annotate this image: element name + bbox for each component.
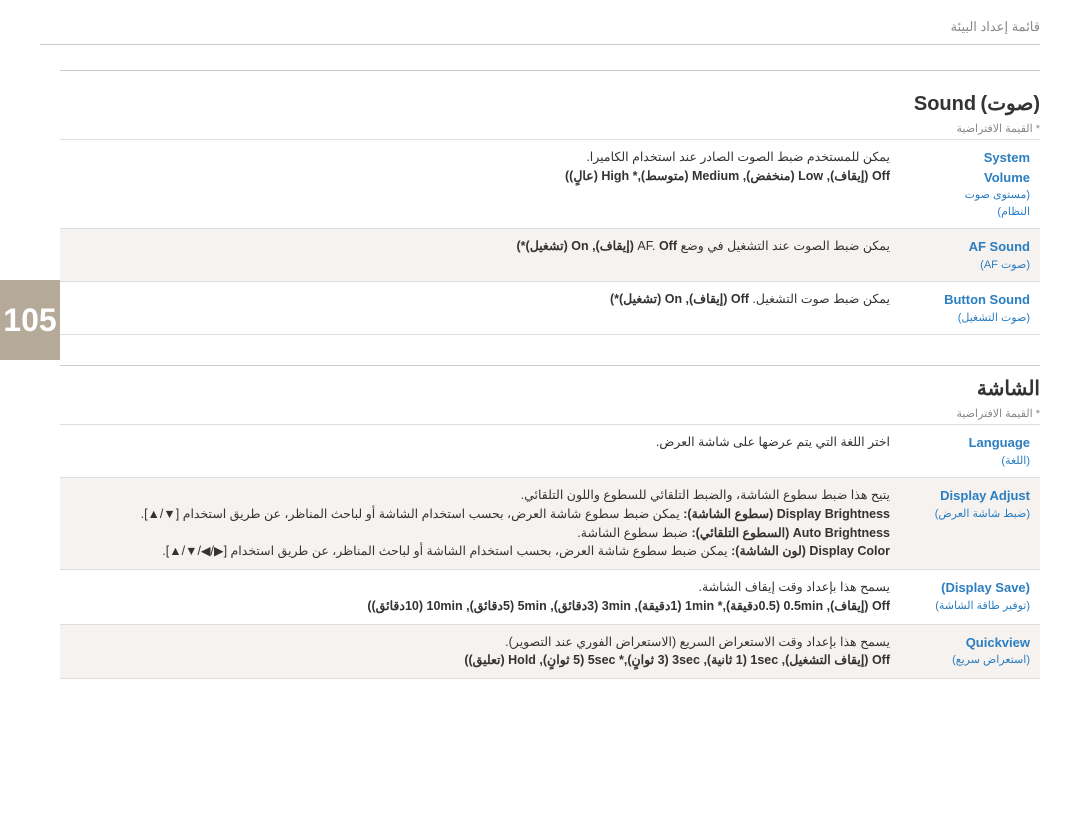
system-volume-label-en: SystemVolume (910, 148, 1030, 187)
sound-default-note: * القيمة الافتراضية (60, 122, 1040, 135)
table-row: SystemVolume (مستوى صوتالنظام) يمكن للمس… (60, 140, 1040, 229)
sound-section-title: (صوت) Sound (60, 91, 1040, 116)
table-row: (Display Save) (توفير طاقة الشاشة) يسمح … (60, 570, 1040, 625)
display-save-label: (Display Save) (توفير طاقة الشاشة) (900, 570, 1040, 625)
display-section: الشاشة * القيمة الافتراضية Language (الل… (60, 365, 1040, 679)
system-volume-label: SystemVolume (مستوى صوتالنظام) (900, 140, 1040, 229)
language-label-ar: (اللغة) (910, 453, 1030, 470)
table-row: Quickview (استعراض سريع) يسمح هذا بإعداد… (60, 624, 1040, 679)
quickview-desc: يسمح هذا بإعداد وقت الاستعراض السريع (ال… (60, 624, 900, 679)
page-number: 105 (0, 280, 60, 360)
af-sound-label-en: AF Sound (910, 237, 1030, 257)
top-header: قائمة إعداد البيئة (40, 18, 1040, 45)
language-label-en: Language (910, 433, 1030, 453)
display-adjust-label: Display Adjust (ضبط شاشة العرض) (900, 478, 1040, 570)
sound-section: (صوت) Sound * القيمة الافتراضية SystemVo… (60, 70, 1040, 335)
display-table: Language (اللغة) اختر اللغة التي يتم عرض… (60, 424, 1040, 679)
af-sound-label: AF Sound (صوت AF) (900, 229, 1040, 282)
button-sound-label-ar: (صوت التشغيل) (910, 310, 1030, 327)
display-save-label-en: (Display Save) (910, 578, 1030, 598)
af-sound-desc: يمكن ضبط الصوت عند التشغيل في وضع AF. Of… (60, 229, 900, 282)
display-adjust-desc: يتيح هذا ضبط سطوع الشاشة، والضبط التلقائ… (60, 478, 900, 570)
quickview-label-ar: (استعراض سريع) (910, 652, 1030, 669)
sound-table: SystemVolume (مستوى صوتالنظام) يمكن للمس… (60, 139, 1040, 335)
display-save-label-ar: (توفير طاقة الشاشة) (910, 598, 1030, 615)
main-content: (صوت) Sound * القيمة الافتراضية SystemVo… (60, 50, 1040, 795)
button-sound-desc: يمكن ضبط صوت التشغيل. Off (إيقاف), On (ت… (60, 282, 900, 335)
sound-title-ar: (صوت) (981, 93, 1040, 115)
display-adjust-label-ar: (ضبط شاشة العرض) (910, 506, 1030, 523)
language-label: Language (اللغة) (900, 425, 1040, 478)
display-title-ar: الشاشة (977, 378, 1040, 400)
table-row: Language (اللغة) اختر اللغة التي يتم عرض… (60, 425, 1040, 478)
header-title: قائمة إعداد البيئة (951, 19, 1040, 34)
display-adjust-label-en: Display Adjust (910, 486, 1030, 506)
button-sound-label: Button Sound (صوت التشغيل) (900, 282, 1040, 335)
display-save-desc: يسمح هذا بإعداد وقت إيقاف الشاشة. Off (إ… (60, 570, 900, 625)
display-default-note: * القيمة الافتراضية (60, 407, 1040, 420)
table-row: Button Sound (صوت التشغيل) يمكن ضبط صوت … (60, 282, 1040, 335)
sound-title-en: Sound (914, 93, 976, 115)
af-sound-label-ar: (صوت AF) (910, 257, 1030, 274)
display-section-title: الشاشة (60, 376, 1040, 401)
system-volume-label-ar: (مستوى صوتالنظام) (910, 187, 1030, 220)
table-row: AF Sound (صوت AF) يمكن ضبط الصوت عند الت… (60, 229, 1040, 282)
quickview-label-en: Quickview (910, 633, 1030, 653)
button-sound-label-en: Button Sound (910, 290, 1030, 310)
quickview-label: Quickview (استعراض سريع) (900, 624, 1040, 679)
language-desc: اختر اللغة التي يتم عرضها على شاشة العرض… (60, 425, 900, 478)
table-row: Display Adjust (ضبط شاشة العرض) يتيح هذا… (60, 478, 1040, 570)
system-volume-desc: يمكن للمستخدم ضبط الصوت الصادر عند استخد… (60, 140, 900, 229)
